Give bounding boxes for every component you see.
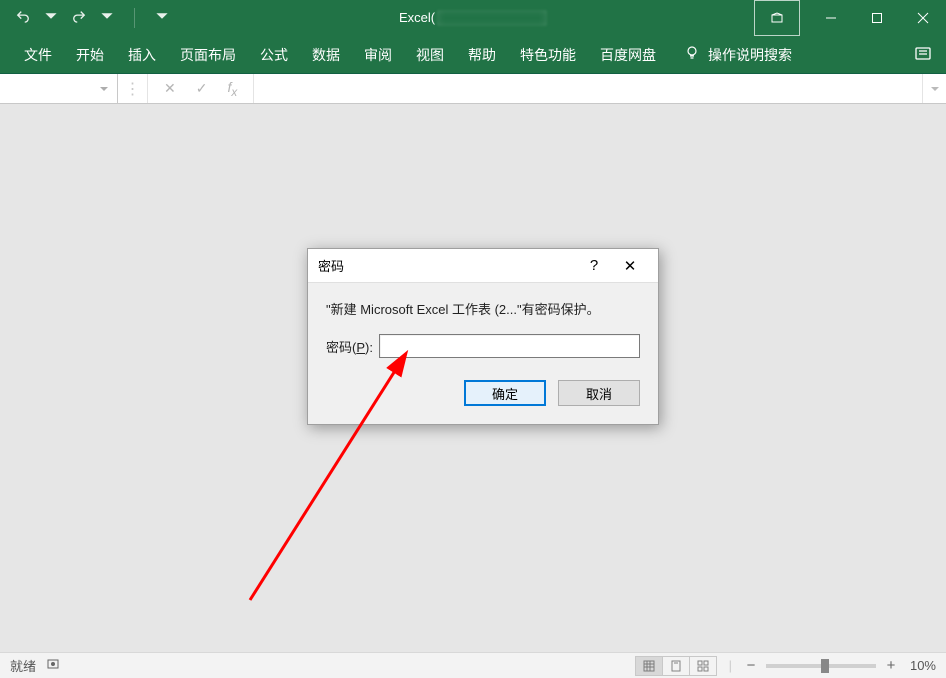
fx-icon[interactable]: fx [227, 79, 237, 99]
qat-customize-icon[interactable] [155, 9, 169, 28]
tab-help[interactable]: 帮助 [456, 36, 508, 73]
redo-icon[interactable] [72, 9, 86, 28]
title-redacted [437, 10, 547, 26]
zoom-slider: − + [744, 657, 898, 674]
maximize-button[interactable] [854, 0, 900, 36]
tab-view[interactable]: 视图 [404, 36, 456, 73]
tab-insert[interactable]: 插入 [116, 36, 168, 73]
enter-formula-icon[interactable]: ✓ [196, 80, 208, 97]
formula-input[interactable] [254, 74, 922, 103]
dialog-message: "新建 Microsoft Excel 工作表 (2..."有密码保护。 [326, 299, 640, 318]
tab-home[interactable]: 开始 [64, 36, 116, 73]
share-button[interactable] [914, 44, 932, 65]
formula-bar: ⋮ ✕ ✓ fx [0, 74, 946, 104]
page-layout-view-button[interactable] [662, 656, 690, 676]
tab-review[interactable]: 审阅 [352, 36, 404, 73]
tab-formulas[interactable]: 公式 [248, 36, 300, 73]
dialog-titlebar: 密码 ? ✕ [308, 249, 658, 283]
zoom-thumb[interactable] [821, 659, 829, 673]
redo-dropdown-icon[interactable] [100, 9, 114, 28]
close-button[interactable] [900, 0, 946, 36]
dialog-body: "新建 Microsoft Excel 工作表 (2..."有密码保护。 密码(… [308, 283, 658, 424]
expand-formula-bar-icon[interactable] [922, 74, 946, 103]
app-title: Excel( [399, 10, 547, 27]
page-break-view-button[interactable] [689, 656, 717, 676]
zoom-level[interactable]: 10% [910, 658, 936, 673]
dialog-help-button[interactable]: ? [576, 249, 612, 282]
zoom-in-button[interactable]: + [884, 657, 898, 674]
ribbon-tabs: 文件 开始 插入 页面布局 公式 数据 审阅 视图 帮助 特色功能 百度网盘 操… [0, 36, 946, 74]
normal-view-button[interactable] [635, 656, 663, 676]
cancel-button[interactable]: 取消 [558, 380, 640, 406]
title-bar: Excel( [0, 0, 946, 36]
window-controls [754, 0, 946, 36]
undo-icon[interactable] [16, 9, 30, 28]
zoom-out-button[interactable]: − [744, 657, 758, 674]
formula-buttons: ✕ ✓ fx [148, 74, 254, 103]
tab-page-layout[interactable]: 页面布局 [168, 36, 248, 73]
password-label: 密码(P): [326, 337, 373, 356]
status-bar: 就绪 | − + 10% [0, 652, 946, 678]
view-buttons [636, 656, 717, 676]
undo-dropdown-icon[interactable] [44, 9, 58, 28]
password-input[interactable] [379, 334, 640, 358]
qat-separator [134, 8, 135, 28]
tell-me-search[interactable]: 操作说明搜索 [672, 36, 804, 73]
tab-baidu-netdisk[interactable]: 百度网盘 [588, 36, 668, 73]
formula-bar-separator: ⋮ [118, 74, 148, 103]
status-ready: 就绪 [10, 656, 36, 675]
zoom-track[interactable] [766, 664, 876, 668]
ok-button[interactable]: 确定 [464, 380, 546, 406]
tab-file[interactable]: 文件 [12, 36, 64, 73]
dialog-buttons: 确定 取消 [326, 380, 640, 406]
tell-me-label: 操作说明搜索 [708, 45, 792, 65]
quick-access-toolbar [0, 8, 169, 28]
password-row: 密码(P): [326, 334, 640, 358]
dialog-close-button[interactable]: ✕ [612, 249, 648, 282]
dialog-title: 密码 [318, 256, 344, 275]
lightbulb-icon [684, 45, 700, 64]
cancel-formula-icon[interactable]: ✕ [164, 80, 176, 97]
view-separator: | [729, 658, 732, 673]
ribbon-display-options-icon[interactable] [754, 0, 800, 36]
tab-data[interactable]: 数据 [300, 36, 352, 73]
minimize-button[interactable] [808, 0, 854, 36]
password-dialog: 密码 ? ✕ "新建 Microsoft Excel 工作表 (2..."有密码… [307, 248, 659, 425]
macro-recorder-icon[interactable] [46, 657, 60, 674]
name-box[interactable] [0, 74, 118, 103]
tab-special[interactable]: 特色功能 [508, 36, 588, 73]
